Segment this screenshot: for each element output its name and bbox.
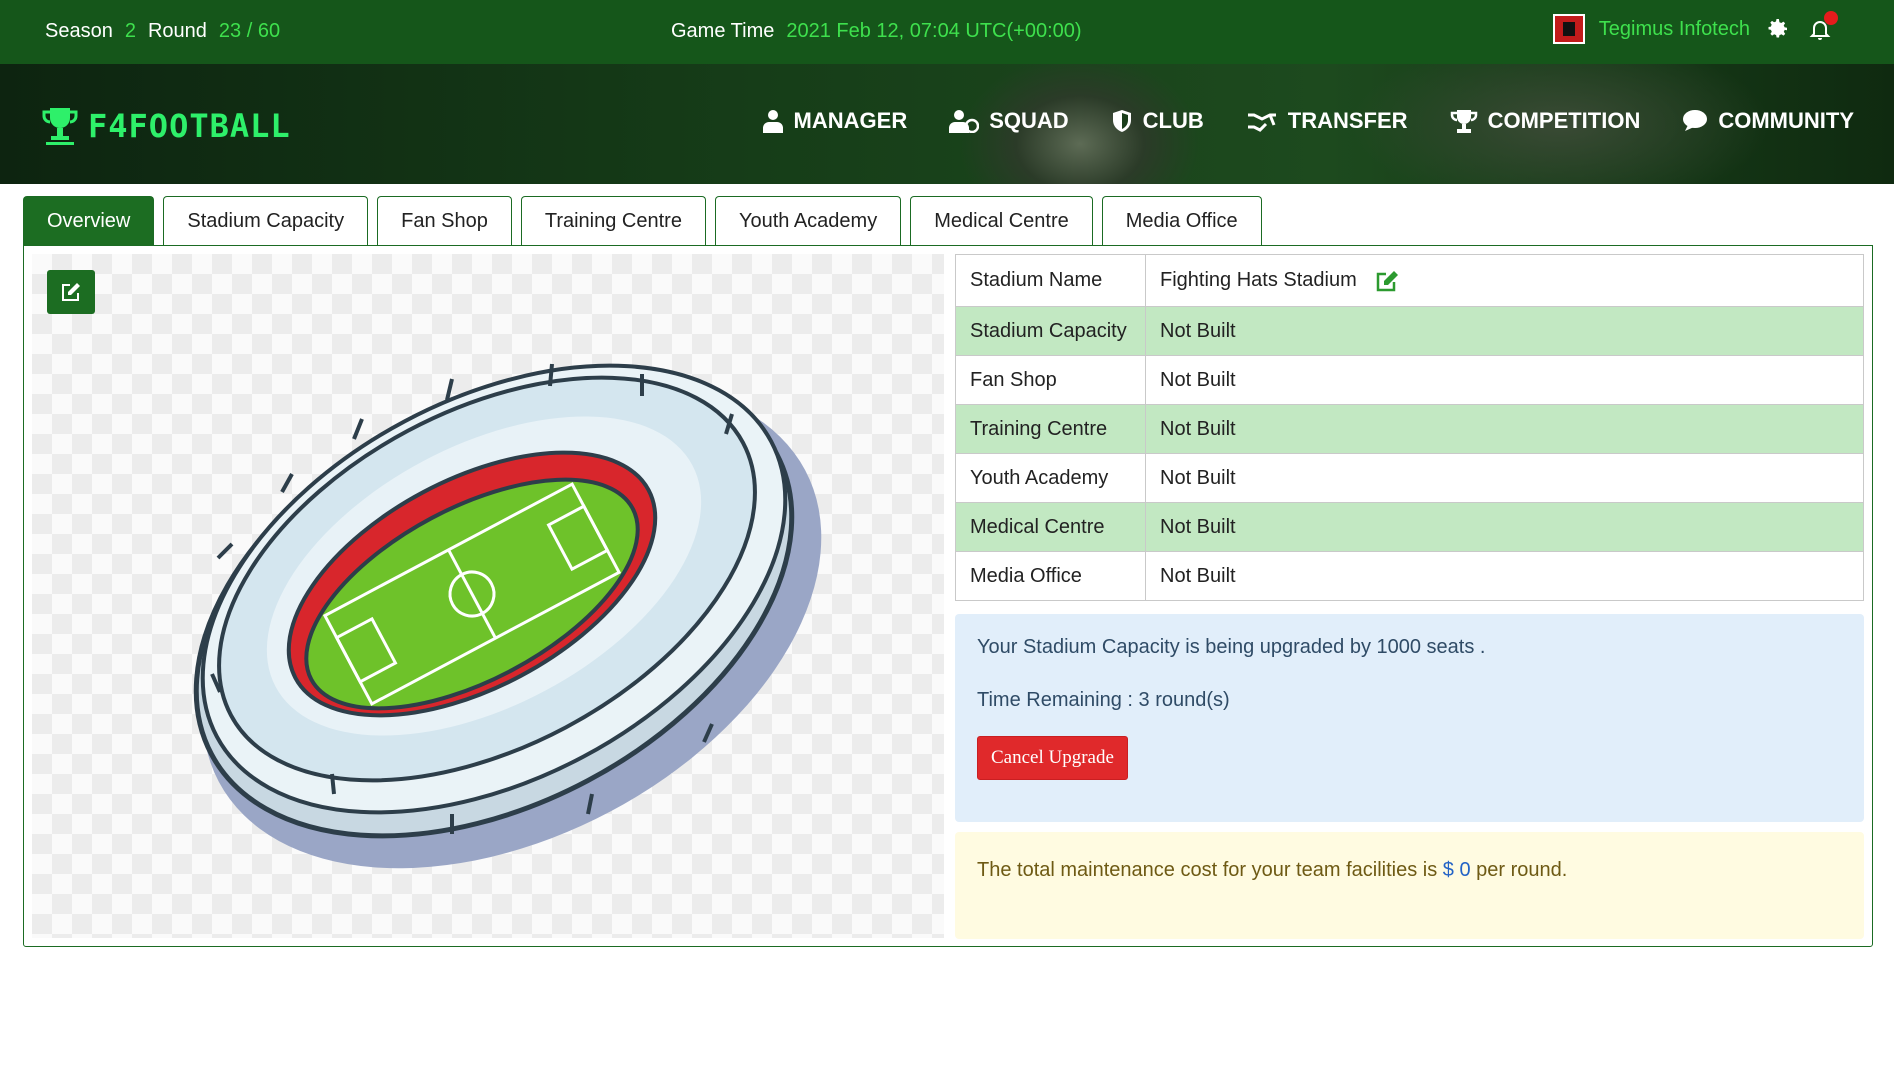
- row-key: Training Centre: [955, 404, 1146, 454]
- season-label: Season: [45, 20, 113, 42]
- stadium-illustration: [193, 363, 822, 869]
- tab-overview[interactable]: Overview: [23, 196, 155, 246]
- row-value: Not Built: [1145, 404, 1864, 454]
- facility-tabs: Overview Stadium Capacity Fan Shop Train…: [23, 196, 1262, 246]
- tab-media-office[interactable]: Media Office: [1101, 196, 1262, 246]
- manager-icon: [762, 110, 783, 133]
- row-key: Fan Shop: [955, 355, 1146, 405]
- nav-manager[interactable]: MANAGER: [762, 108, 908, 134]
- nav-community-label: COMMUNITY: [1718, 108, 1854, 133]
- round-value: 23 / 60: [218, 20, 281, 42]
- user-area: Tegimus Infotech: [1552, 11, 1838, 44]
- season-round-info: Season 2 Round 23 / 60: [45, 20, 280, 43]
- stadium-name-value: Fighting Hats Stadium: [1160, 269, 1357, 291]
- club-name-link[interactable]: Tegimus Infotech: [1599, 18, 1750, 41]
- tab-stadium-capacity[interactable]: Stadium Capacity: [163, 196, 369, 246]
- table-row: Media Office Not Built: [955, 551, 1864, 601]
- nav-competition[interactable]: COMPETITION: [1450, 108, 1641, 134]
- nav-transfer-label: TRANSFER: [1287, 108, 1408, 133]
- nav-club[interactable]: CLUB: [1111, 108, 1204, 134]
- time-remaining: Time Remaining : 3 round(s): [977, 689, 1230, 711]
- season-value: 2: [124, 20, 136, 42]
- tab-youth-academy[interactable]: Youth Academy: [714, 196, 902, 246]
- table-row: Training Centre Not Built: [955, 404, 1864, 454]
- trophy-logo-icon: [42, 108, 78, 145]
- logo-text: F4FOOTBALL: [88, 107, 291, 145]
- edit-stadium-button[interactable]: [47, 270, 95, 314]
- nav-manager-label: MANAGER: [793, 108, 908, 133]
- edit-icon: [62, 283, 80, 301]
- stadium-image-area: [32, 254, 944, 938]
- shield-icon: [1112, 110, 1131, 132]
- nav-squad-label: SQUAD: [989, 108, 1069, 133]
- table-row: Fan Shop Not Built: [955, 355, 1864, 405]
- upgrade-message: Your Stadium Capacity is being upgraded …: [977, 636, 1486, 658]
- game-time-label: Game Time: [671, 20, 775, 42]
- nav-community[interactable]: COMMUNITY: [1682, 108, 1854, 134]
- row-value: Not Built: [1145, 453, 1864, 503]
- table-row: Youth Academy Not Built: [955, 453, 1864, 503]
- row-value: Not Built: [1145, 502, 1864, 552]
- handshake-icon: [1247, 113, 1276, 132]
- row-value: Not Built: [1145, 355, 1864, 405]
- nav-squad[interactable]: SQUAD: [949, 108, 1069, 134]
- row-value: Not Built: [1145, 551, 1864, 601]
- maintenance-prefix: The total maintenance cost for your team…: [977, 859, 1438, 881]
- bell-icon[interactable]: [1806, 11, 1838, 43]
- nav-competition-label: COMPETITION: [1487, 108, 1641, 133]
- main-nav-bar: F4FOOTBALL MANAGER SQUAD CLUB TRANSFER C…: [0, 64, 1894, 184]
- row-key: Medical Centre: [955, 502, 1146, 552]
- top-status-bar: Season 2 Round 23 / 60 Game Time 2021 Fe…: [0, 0, 1894, 64]
- row-value: Not Built: [1145, 306, 1864, 356]
- gear-icon[interactable]: [1764, 15, 1792, 43]
- row-key: Media Office: [955, 551, 1146, 601]
- overview-panel: Stadium Name Fighting Hats Stadium Stadi…: [23, 245, 1873, 947]
- cancel-upgrade-button[interactable]: Cancel Upgrade: [977, 736, 1128, 780]
- facilities-table: Stadium Name Fighting Hats Stadium Stadi…: [955, 254, 1864, 601]
- squad-icon: [949, 110, 980, 133]
- nav-transfer[interactable]: TRANSFER: [1246, 108, 1408, 134]
- club-flag-icon[interactable]: [1552, 14, 1585, 44]
- table-row: Medical Centre Not Built: [955, 502, 1864, 552]
- tab-fan-shop[interactable]: Fan Shop: [377, 196, 512, 246]
- game-time: Game Time 2021 Feb 12, 07:04 UTC(+00:00): [671, 20, 1082, 43]
- upgrade-status-box: Your Stadium Capacity is being upgraded …: [955, 614, 1864, 822]
- stadium-name-cell: Fighting Hats Stadium: [1145, 254, 1864, 307]
- row-key: Youth Academy: [955, 453, 1146, 503]
- tab-training-centre[interactable]: Training Centre: [520, 196, 706, 246]
- maintenance-amount: $ 0: [1442, 859, 1471, 881]
- maintenance-suffix: per round.: [1476, 859, 1568, 881]
- maintenance-cost-box: The total maintenance cost for your team…: [955, 832, 1864, 939]
- site-logo[interactable]: F4FOOTBALL: [42, 106, 291, 146]
- notification-dot: [1824, 11, 1838, 25]
- row-key: Stadium Capacity: [955, 306, 1146, 356]
- game-time-value: 2021 Feb 12, 07:04 UTC(+00:00): [786, 20, 1082, 42]
- table-row: Stadium Name Fighting Hats Stadium: [955, 254, 1864, 307]
- round-label: Round: [147, 20, 207, 42]
- table-row: Stadium Capacity Not Built: [955, 306, 1864, 356]
- trophy-icon: [1450, 110, 1477, 133]
- nav-club-label: CLUB: [1142, 108, 1204, 133]
- edit-name-icon[interactable]: [1375, 270, 1399, 292]
- row-key: Stadium Name: [955, 254, 1146, 307]
- nav-menu: MANAGER SQUAD CLUB TRANSFER COMPETITION …: [762, 108, 1854, 134]
- chat-bubble-icon: [1683, 110, 1708, 131]
- tab-medical-centre[interactable]: Medical Centre: [910, 196, 1093, 246]
